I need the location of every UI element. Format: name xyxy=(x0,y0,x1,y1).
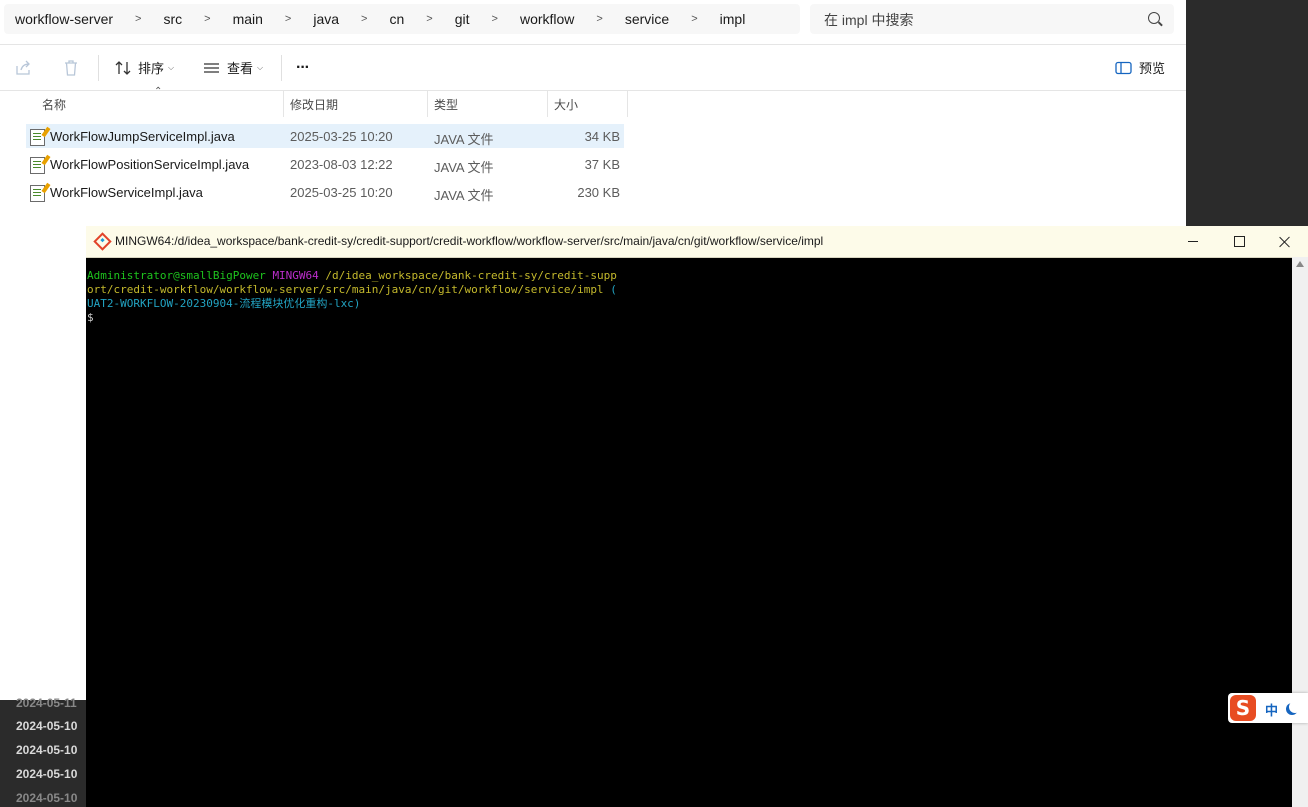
breadcrumb[interactable]: workflow-server > src > main > java > cn… xyxy=(4,4,800,34)
file-size: 230 KB xyxy=(577,185,620,200)
ime-toolbar[interactable]: S 中 xyxy=(1228,693,1308,723)
sort-button[interactable]: 排序 ⌵ xyxy=(114,45,174,90)
file-type: JAVA 文件 xyxy=(434,188,494,203)
chevron-right-icon[interactable]: > xyxy=(585,13,613,25)
search-box[interactable] xyxy=(810,4,1174,36)
chevron-down-icon: ⌵ xyxy=(168,62,175,72)
chevron-right-icon[interactable]: > xyxy=(350,13,378,25)
breadcrumb-item-workflow[interactable]: workflow xyxy=(509,11,585,27)
preview-pane-button[interactable]: 预览 xyxy=(1115,45,1165,90)
terminal-output[interactable]: Administrator@smallBigPower MINGW64 /d/i… xyxy=(86,257,1292,807)
terminal-title: MINGW64:/d/idea_workspace/bank-credit-sy… xyxy=(115,234,824,248)
breadcrumb-item-git[interactable]: git xyxy=(444,11,481,27)
java-file-icon xyxy=(30,157,45,174)
terminal-scrollbar[interactable] xyxy=(1292,257,1308,807)
file-name[interactable]: WorkFlowJumpServiceImpl.java xyxy=(50,129,235,144)
maximize-icon xyxy=(1233,236,1245,247)
branch-open-paren: ( xyxy=(610,283,617,296)
breadcrumb-item-workflow-server[interactable]: workflow-server xyxy=(4,11,124,27)
close-icon xyxy=(1279,236,1291,248)
file-size: 37 KB xyxy=(584,157,620,172)
file-name[interactable]: WorkFlowPositionServiceImpl.java xyxy=(50,157,249,172)
command-toolbar: 排序 ⌵ 查看 ⌵ ··· 预览 xyxy=(0,45,1186,91)
prompt-path-continued: ort/credit-workflow/workflow-server/src/… xyxy=(87,283,604,296)
minimize-icon xyxy=(1188,241,1198,242)
column-header-modified[interactable]: 修改日期 xyxy=(284,91,428,117)
background-date: 2024-05-10 xyxy=(16,719,78,733)
moon-icon[interactable] xyxy=(1289,701,1301,713)
git-branch: UAT2-WORKFLOW-20230904-流程模块优化重构-lxc) xyxy=(87,297,361,310)
breadcrumb-item-java[interactable]: java xyxy=(302,11,350,27)
java-file-icon xyxy=(30,129,45,146)
chevron-right-icon[interactable]: > xyxy=(680,13,708,25)
file-type: JAVA 文件 xyxy=(434,132,494,147)
java-file-icon xyxy=(30,185,45,202)
background-date: 2024-05-10 xyxy=(16,767,78,781)
chevron-down-icon: ⌵ xyxy=(257,62,264,72)
file-size: 34 KB xyxy=(584,129,620,144)
sort-icon xyxy=(115,60,131,75)
prompt-system: MINGW64 xyxy=(272,269,319,282)
file-type: JAVA 文件 xyxy=(434,160,494,175)
ime-mode-indicator[interactable]: 中 xyxy=(1265,700,1278,719)
file-name[interactable]: WorkFlowServiceImpl.java xyxy=(50,185,203,200)
file-modified: 2023-08-03 12:22 xyxy=(290,157,393,172)
column-header-type[interactable]: 类型 xyxy=(428,91,548,117)
chevron-right-icon[interactable]: > xyxy=(193,13,221,25)
chevron-right-icon[interactable]: > xyxy=(415,13,443,25)
column-header-name[interactable]: 名称 xyxy=(36,91,284,117)
address-bar: workflow-server > src > main > java > cn… xyxy=(0,0,1186,45)
chevron-right-icon[interactable]: > xyxy=(274,13,302,25)
share-icon xyxy=(16,60,30,75)
background-date: 2024-05-11 xyxy=(16,696,77,710)
preview-label: 预览 xyxy=(1139,61,1166,76)
file-modified: 2025-03-25 10:20 xyxy=(290,185,393,200)
breadcrumb-item-service[interactable]: service xyxy=(614,11,680,27)
breadcrumb-item-cn[interactable]: cn xyxy=(378,11,415,27)
column-header-size[interactable]: 大小 xyxy=(548,91,628,117)
file-modified: 2025-03-25 10:20 xyxy=(290,129,393,144)
search-input[interactable] xyxy=(810,4,1146,36)
sort-label: 排序 xyxy=(138,61,165,76)
view-button[interactable]: 查看 ⌵ xyxy=(203,45,263,90)
file-row[interactable]: WorkFlowPositionServiceImpl.java 2023-08… xyxy=(26,152,624,176)
more-options-button[interactable]: ··· xyxy=(296,45,310,90)
delete-button[interactable] xyxy=(62,45,80,90)
share-button[interactable] xyxy=(14,45,32,90)
prompt-user: Administrator@smallBigPower xyxy=(87,269,266,282)
sogou-logo-icon[interactable]: S xyxy=(1230,695,1256,721)
close-button[interactable] xyxy=(1262,226,1308,257)
view-label: 查看 xyxy=(227,61,254,76)
git-icon xyxy=(93,232,112,251)
mingw64-terminal-window: MINGW64:/d/idea_workspace/bank-credit-sy… xyxy=(86,226,1308,807)
chevron-right-icon[interactable]: > xyxy=(481,13,509,25)
file-row[interactable]: WorkFlowJumpServiceImpl.java 2025-03-25 … xyxy=(26,124,624,148)
preview-pane-icon xyxy=(1115,61,1132,74)
search-icon[interactable] xyxy=(1148,12,1160,24)
background-date: 2024-05-10 xyxy=(16,743,78,757)
file-row[interactable]: WorkFlowServiceImpl.java 2025-03-25 10:2… xyxy=(26,180,624,204)
background-date-list: 2024-05-11 2024-05-10 2024-05-10 2024-05… xyxy=(0,696,86,807)
breadcrumb-item-src[interactable]: src xyxy=(152,11,193,27)
trash-icon xyxy=(65,59,77,76)
list-view-icon xyxy=(204,62,219,73)
prompt-path: /d/idea_workspace/bank-credit-sy/credit-… xyxy=(325,269,617,282)
shell-prompt: $ xyxy=(87,311,94,324)
maximize-button[interactable] xyxy=(1216,226,1262,257)
toolbar-divider xyxy=(98,55,99,81)
minimize-button[interactable] xyxy=(1170,226,1216,257)
background-date: 2024-05-10 xyxy=(16,791,78,805)
breadcrumb-item-main[interactable]: main xyxy=(222,11,274,27)
breadcrumb-item-impl[interactable]: impl xyxy=(709,11,757,27)
terminal-title-bar[interactable]: MINGW64:/d/idea_workspace/bank-credit-sy… xyxy=(86,226,1308,258)
toolbar-divider xyxy=(281,55,282,81)
scroll-up-icon[interactable] xyxy=(1296,261,1304,267)
chevron-right-icon[interactable]: > xyxy=(124,13,152,25)
